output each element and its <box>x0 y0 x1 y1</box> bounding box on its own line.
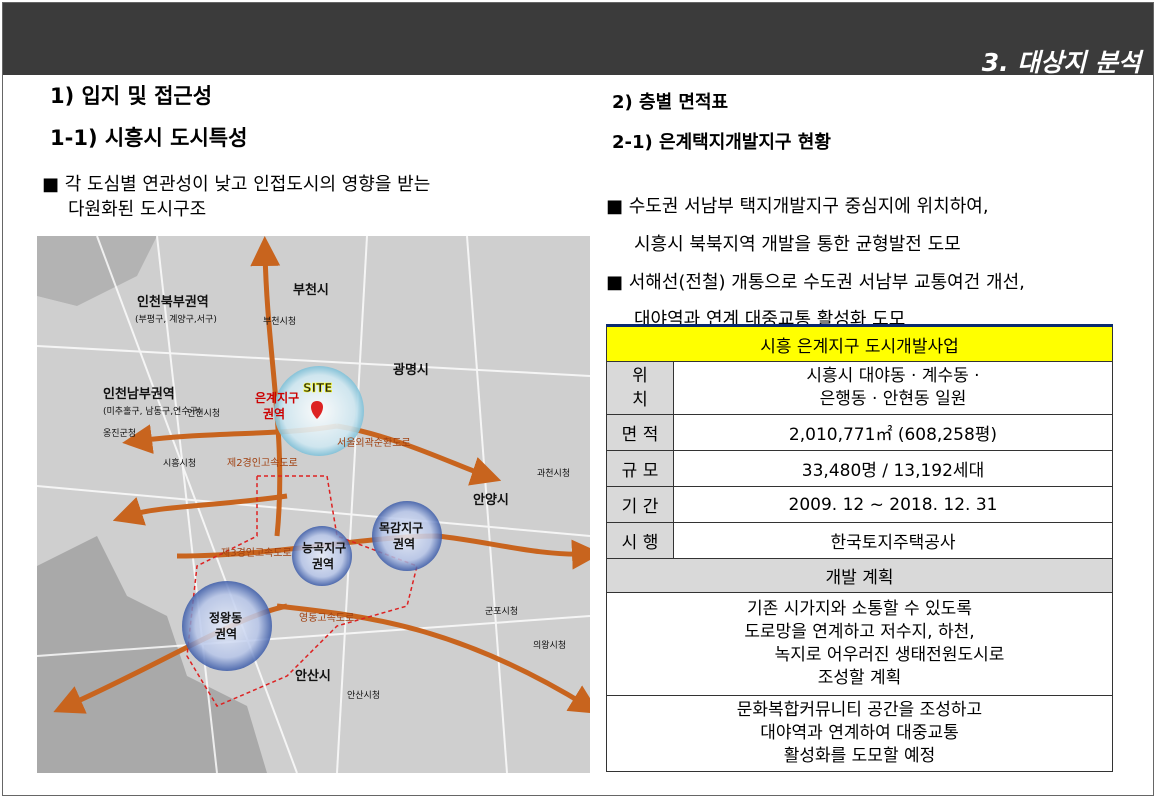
right-heading-2: 2-1) 은계택지개발지구 현황 <box>612 132 831 153</box>
label-neunggok-2: 권역 <box>312 556 334 571</box>
table-row: 면 적 2,010,771㎡ (608,258평) <box>606 414 1113 451</box>
label-bucheon: 부천시 <box>293 283 329 298</box>
table-row: 개발 계획 <box>606 558 1113 593</box>
label-neunggok: 능곡지구 <box>302 540 346 555</box>
label-gwangmyeong: 광명시 <box>393 362 429 378</box>
label-site: SITE <box>303 381 333 395</box>
label-eungye-2: 권역 <box>263 406 285 421</box>
label-road-3: 영동고속도로 <box>299 612 354 624</box>
label-eungye: 은계지구 <box>255 390 299 405</box>
label-ongjin: 옹진군청 <box>103 428 136 439</box>
right-bullet-2: ■ 서해선(전철) 개통으로 수도권 서남부 교통여건 개선, <box>606 272 1025 293</box>
title-bar: 3. 대상지 분석 <box>3 3 1153 77</box>
table-row: 기 간 2009. 12 ~ 2018. 12. 31 <box>606 486 1113 523</box>
label-bucheon-hall: 부천시청 <box>263 316 296 327</box>
neunggok-circle <box>292 526 352 586</box>
label-jeongwang: 정왕동 <box>209 610 242 625</box>
left-bullet-line2: 다원화된 도시구조 <box>68 199 207 220</box>
right-bullet-1: ■ 수도권 서남부 택지개발지구 중심지에 위치하여, <box>606 196 989 217</box>
table-row: 위 치 시흥시 대야동 · 계수동 · 은행동 · 안현동 일원 <box>606 361 1113 415</box>
label-road-4: 서울외곽순환도로 <box>337 437 411 449</box>
row-value-period: 2009. 12 ~ 2018. 12. 31 <box>673 486 1113 523</box>
row-value-developer: 한국토지주택공사 <box>673 522 1113 559</box>
label-gunpo: 군포시청 <box>485 606 518 617</box>
row-label-developer: 시 행 <box>606 522 674 559</box>
plan-2-line: 대야역과 연계하여 대중교통 <box>760 723 959 743</box>
label-incheon-south: 인천남부권역 <box>103 386 175 402</box>
location-line1: 시흥시 대야동 · 계수동 · <box>806 366 980 386</box>
label-gwacheon: 과천시청 <box>537 468 570 479</box>
plan-1-line: 조성할 계획 <box>817 668 902 688</box>
table-row: 기존 시가지와 소통할 수 있도록 도로망을 연계하고 저수지, 하천, 녹지로… <box>606 592 1113 696</box>
left-heading-1: 1) 입지 및 접근성 <box>50 84 213 108</box>
table-row: 시 행 한국토지주택공사 <box>606 522 1113 559</box>
location-line2: 은행동 · 안현동 일원 <box>819 389 967 409</box>
plan-block-1: 기존 시가지와 소통할 수 있도록 도로망을 연계하고 저수지, 하천, 녹지로… <box>606 592 1113 696</box>
row-label-area: 면 적 <box>606 414 674 451</box>
label-road-2: 제3경인고속도로 <box>221 546 292 559</box>
left-bullet-line1: ■ 각 도심별 연관성이 낮고 인접도시의 영향을 받는 <box>42 174 431 195</box>
table-header: 시흥 은계지구 도시개발사업 <box>606 324 1113 362</box>
row-label-scale: 규 모 <box>606 450 674 487</box>
row-label-period: 기 간 <box>606 486 674 523</box>
label-mokgam: 목감지구 <box>379 520 423 535</box>
label-uiwang: 의왕시청 <box>533 640 566 651</box>
label-anyang: 안양시 <box>473 492 509 508</box>
plan-1-line: 기존 시가지와 소통할 수 있도록 <box>747 599 972 619</box>
row-value-location: 시흥시 대야동 · 계수동 · 은행동 · 안현동 일원 <box>673 361 1113 415</box>
label-siheung-hall: 시흥시청 <box>163 457 196 469</box>
label-mokgam-2: 권역 <box>393 536 415 551</box>
label-incheon-north: 인천북부권역 <box>137 294 209 310</box>
section-title: 3. 대상지 분석 <box>981 48 1141 77</box>
location-map: 인천북부권역 (부평구, 계양구,서구) 부천시 부천시청 광명시 인천남부권역… <box>37 236 590 773</box>
plan-2-line: 문화복합커뮤니티 공간을 조성하고 <box>736 700 983 720</box>
table-row: 규 모 33,480명 / 13,192세대 <box>606 450 1113 487</box>
label-road-1: 제2경인고속도로 <box>227 456 298 469</box>
jeongwang-circle <box>182 581 272 671</box>
plan-block-2: 문화복합커뮤니티 공간을 조성하고 대야역과 연계하여 대중교통 활성화를 도모… <box>606 695 1113 772</box>
project-info-table: 시흥 은계지구 도시개발사업 위 치 시흥시 대야동 · 계수동 · 은행동 ·… <box>606 324 1113 772</box>
right-bullet-1-cont: 시흥시 북북지역 개발을 통한 균형발전 도모 <box>634 234 961 255</box>
right-heading-1: 2) 층별 면적표 <box>612 92 729 113</box>
row-label-location: 위 치 <box>606 361 674 415</box>
label-incheon-north-sub: (부평구, 계양구,서구) <box>135 313 217 325</box>
plan-1-line: 녹지로 어우러진 생태전원도시로 <box>774 645 1005 665</box>
label-incheon-hall: 인천시청 <box>187 408 220 419</box>
label-ansan: 안산시 <box>295 668 331 684</box>
plan-2-line: 활성화를 도모할 예정 <box>783 746 936 766</box>
plan-header: 개발 계획 <box>606 558 1113 593</box>
table-header-row: 시흥 은계지구 도시개발사업 <box>606 324 1113 362</box>
left-heading-2: 1-1) 시흥시 도시특성 <box>50 126 248 150</box>
row-value-scale: 33,480명 / 13,192세대 <box>673 450 1113 487</box>
mokgam-circle <box>372 501 442 571</box>
label-jeongwang-2: 권역 <box>215 626 237 641</box>
label-ansan-hall: 안산시청 <box>347 690 380 701</box>
row-value-area: 2,010,771㎡ (608,258평) <box>673 414 1113 451</box>
plan-1-line: 도로망을 연계하고 저수지, 하천, <box>744 622 975 642</box>
table-row: 문화복합커뮤니티 공간을 조성하고 대야역과 연계하여 대중교통 활성화를 도모… <box>606 695 1113 772</box>
